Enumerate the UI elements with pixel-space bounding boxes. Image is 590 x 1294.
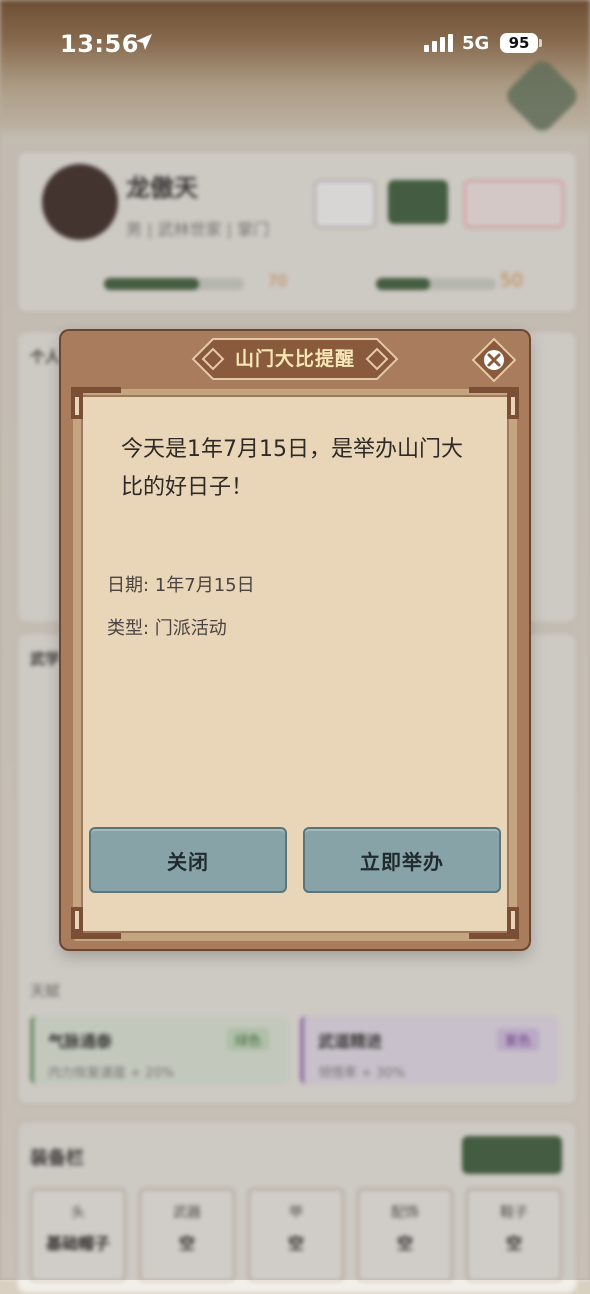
event-reminder-dialog: 山门大比提醒 今天是1年7月15日，是举办山门大比的好日子！ 日期: 1年7月1… bbox=[61, 331, 529, 949]
network-type: 5G bbox=[462, 33, 490, 54]
hold-now-button[interactable]: 立即举办 bbox=[303, 827, 501, 893]
corner-ornament-bottom-left bbox=[71, 907, 121, 939]
close-icon[interactable] bbox=[471, 337, 517, 383]
clock: 13:56 bbox=[60, 30, 139, 58]
battery-level: 95 bbox=[508, 34, 530, 52]
status-bar: 13:56 5G 95 bbox=[0, 0, 590, 90]
battery-icon: 95 bbox=[500, 33, 538, 53]
battery-nub bbox=[539, 39, 542, 47]
event-date: 日期: 1年7月15日 bbox=[107, 575, 255, 596]
location-arrow-icon bbox=[136, 34, 152, 50]
corner-ornament-bottom-right bbox=[469, 907, 519, 939]
corner-ornament-top-right bbox=[469, 387, 519, 419]
corner-ornament-top-left bbox=[71, 387, 121, 419]
event-type: 类型: 门派活动 bbox=[107, 618, 227, 639]
close-button[interactable]: 关闭 bbox=[89, 827, 287, 893]
dialog-message: 今天是1年7月15日，是举办山门大比的好日子！ bbox=[121, 437, 463, 500]
cellular-signal-icon bbox=[424, 34, 453, 52]
dialog-title: 山门大比提醒 bbox=[234, 348, 355, 370]
